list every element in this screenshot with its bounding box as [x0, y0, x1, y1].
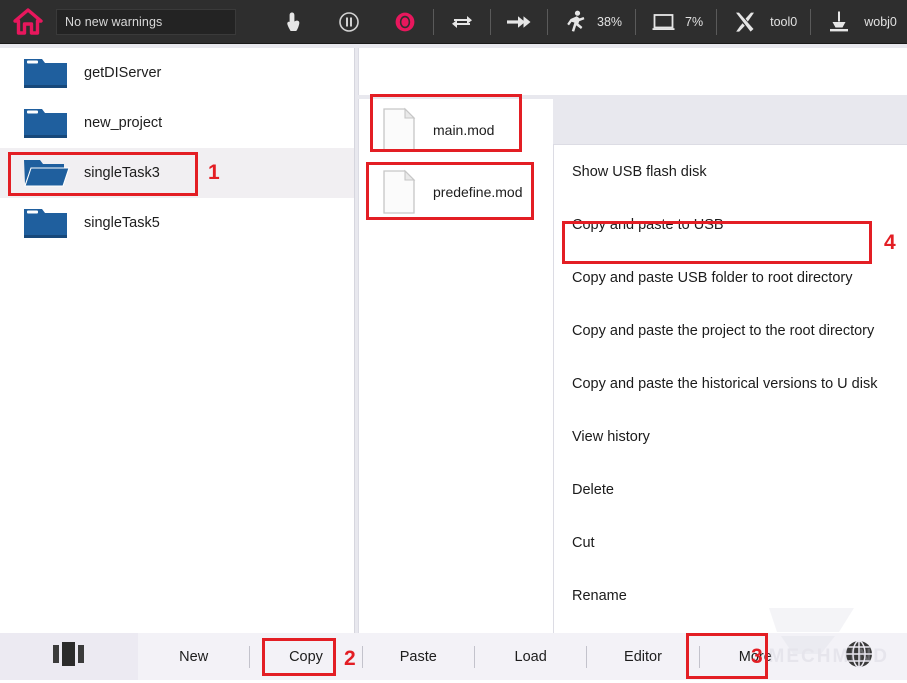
tree-item-getdiserver[interactable]: getDIServer	[0, 48, 354, 98]
folder-closed-icon	[22, 54, 70, 92]
loop-repeat-icon	[447, 0, 477, 44]
toolbar-divider-5	[716, 8, 718, 35]
home-icon[interactable]	[0, 0, 56, 44]
workspace: getDIServer new_project singleTask3 sing…	[0, 44, 907, 676]
file-document-icon	[381, 107, 419, 153]
bottom-toolbar-buttons: New Copy Paste Load Editor More	[138, 633, 907, 680]
tree-item-label: getDIServer	[84, 65, 162, 81]
tree-item-label: singleTask3	[84, 165, 160, 181]
menu-item-delete[interactable]: Delete	[554, 463, 907, 516]
file-item-label: main.mod	[433, 122, 495, 138]
file-item-main-mod[interactable]: main.mod	[359, 99, 553, 161]
panels-view-icon	[52, 641, 86, 672]
warning-status-text: No new warnings	[65, 14, 163, 29]
globe-language-icon	[844, 639, 874, 674]
folder-open-icon	[22, 154, 70, 192]
project-tree-panel: getDIServer new_project singleTask3 sing…	[0, 48, 355, 633]
top-status-bar: No new warnings 38% 7% tool0 wobj0	[0, 0, 907, 44]
wobj-icon	[824, 0, 854, 44]
annotation-number-3: 3	[751, 645, 763, 668]
toolbar-divider-3	[547, 8, 548, 35]
tree-item-singletask3[interactable]: singleTask3	[0, 148, 354, 198]
speed-override-control[interactable]: 38%	[561, 0, 622, 44]
context-menu-panel: Show USB flash disk Copy and paste to US…	[553, 144, 907, 676]
monitor-value: 7%	[685, 14, 704, 29]
tree-item-new_project[interactable]: new_project	[0, 98, 354, 148]
wobj-value: wobj0	[864, 14, 897, 29]
pause-circle-icon	[334, 0, 364, 44]
loop-mode-button[interactable]	[447, 0, 477, 44]
tools-icon	[730, 0, 760, 44]
annotation-number-2: 2	[344, 647, 356, 670]
wobj-selector[interactable]: wobj0	[824, 0, 897, 44]
folder-closed-icon	[22, 104, 70, 142]
jog-button[interactable]	[278, 0, 308, 44]
stop-button[interactable]	[390, 0, 420, 44]
menu-item-copy-paste-project-to-root[interactable]: Copy and paste the project to the root d…	[554, 304, 907, 357]
menu-item-copy-paste-historical-versions[interactable]: Copy and paste the historical versions t…	[554, 357, 907, 410]
step-forward-icon	[504, 0, 534, 44]
new-button[interactable]: New	[138, 633, 249, 680]
file-list-header-strip	[358, 48, 907, 95]
menu-item-view-history[interactable]: View history	[554, 410, 907, 463]
monitor-load-control[interactable]: 7%	[649, 0, 703, 44]
step-forward-button[interactable]	[504, 0, 534, 44]
editor-button[interactable]: Editor	[587, 633, 698, 680]
annotation-number-1: 1	[208, 161, 220, 184]
file-item-label: predefine.mod	[433, 184, 523, 200]
tree-item-label: new_project	[84, 115, 163, 131]
load-button[interactable]: Load	[475, 633, 586, 680]
monitor-icon	[649, 0, 679, 44]
running-man-icon	[561, 0, 591, 44]
language-button[interactable]	[811, 633, 907, 680]
menu-item-show-usb-flash-disk[interactable]: Show USB flash disk	[554, 145, 907, 198]
toolbar-divider-1	[433, 8, 434, 35]
menu-item-copy-paste-usb-folder-to-root[interactable]: Copy and paste USB folder to root direct…	[554, 251, 907, 304]
menu-item-cut[interactable]: Cut	[554, 516, 907, 569]
stop-record-icon	[390, 0, 420, 44]
panels-view-button[interactable]	[0, 633, 138, 680]
toolbar-divider-2	[490, 8, 491, 35]
hand-pointer-icon	[278, 0, 308, 44]
file-item-predefine-mod[interactable]: predefine.mod	[359, 161, 553, 223]
tree-item-label: singleTask5	[84, 215, 160, 231]
tree-item-singletask5[interactable]: singleTask5	[0, 198, 354, 248]
menu-item-copy-paste-to-usb[interactable]: Copy and paste to USB	[554, 198, 907, 251]
bottom-toolbar: New Copy Paste Load Editor More	[0, 633, 907, 680]
file-document-icon	[381, 169, 419, 215]
pause-button[interactable]	[334, 0, 364, 44]
paste-button[interactable]: Paste	[363, 633, 474, 680]
speed-value: 38%	[597, 14, 623, 29]
file-list-panel: main.mod predefine.mod	[358, 99, 553, 633]
toolbar-divider-4	[635, 8, 637, 35]
toolbar-divider-6	[810, 8, 812, 35]
folder-closed-icon	[22, 204, 70, 242]
annotation-number-4: 4	[884, 231, 896, 254]
tool-value: tool0	[770, 14, 798, 29]
menu-item-rename[interactable]: Rename	[554, 569, 907, 622]
tool-selector[interactable]: tool0	[730, 0, 797, 44]
warning-status-field[interactable]: No new warnings	[56, 8, 236, 35]
